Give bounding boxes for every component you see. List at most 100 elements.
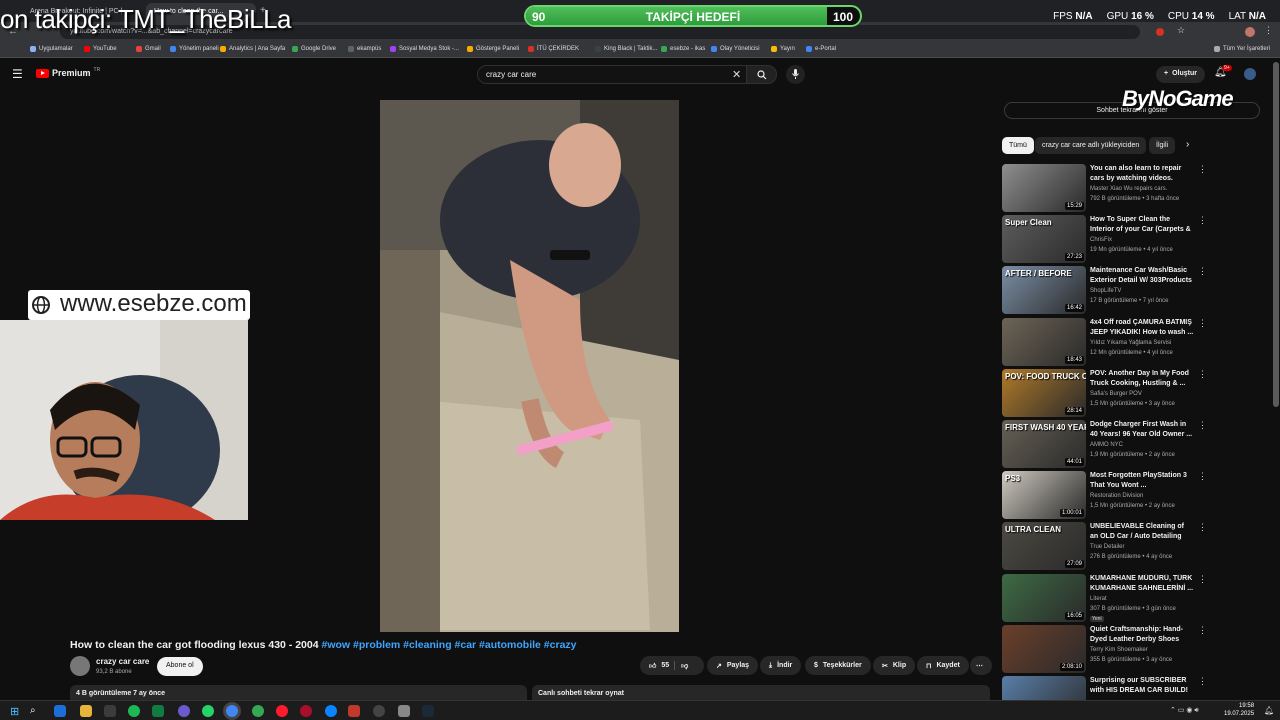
- chip-related[interactable]: İlgili: [1149, 137, 1176, 154]
- bookmark-all[interactable]: Tüm Yer İşaretleri: [1214, 46, 1270, 52]
- video-channel[interactable]: AMMO NYC: [1090, 442, 1123, 448]
- recommended-video[interactable]: PS3 1:00:01 Most Forgotten PlayStation 3 T…: [1002, 471, 1207, 520]
- chevron-right-icon[interactable]: ›: [1186, 139, 1189, 150]
- recommended-video[interactable]: ULTRA CLEAN 27:09 UNBELIEVABLE Cleaning of…: [1002, 522, 1207, 571]
- more-options-icon[interactable]: ⋮: [1198, 625, 1207, 636]
- recommended-video[interactable]: POV: FOOD TRUCK COOKING 28:14 POV: Another…: [1002, 368, 1207, 417]
- more-options-icon[interactable]: ⋮: [1198, 266, 1207, 277]
- bookmark-item[interactable]: Yönetim paneli: [170, 46, 219, 52]
- app-icon-3[interactable]: [178, 705, 190, 717]
- bookmark-item[interactable]: esebze - ikas: [661, 46, 705, 52]
- obs-icon[interactable]: [373, 705, 385, 717]
- video-thumbnail[interactable]: Super Clean 27:23: [1002, 215, 1086, 264]
- bookmark-item[interactable]: King Black | Taktik...: [595, 46, 657, 52]
- page-scrollbar[interactable]: [1273, 62, 1279, 407]
- video-title[interactable]: KUMARHANE MÜDÜRÜ, TÜRK KUMARHANE SAHNELE…: [1090, 574, 1194, 594]
- recommended-video[interactable]: 16:05 KUMARHANE MÜDÜRÜ, TÜRK KUMARHANE SA…: [1002, 573, 1207, 622]
- hamburger-menu-icon[interactable]: ☰: [12, 67, 23, 81]
- clear-search-icon[interactable]: ✕: [732, 68, 741, 81]
- notification-center-icon[interactable]: 🔔︎: [1264, 706, 1274, 715]
- video-hashtags[interactable]: #wow #problem #cleaning #car #automobile…: [321, 639, 576, 651]
- bookmark-item[interactable]: Google Drive: [292, 46, 336, 52]
- search-button[interactable]: [746, 65, 777, 84]
- bookmark-item[interactable]: Gösterge Paneli: [467, 46, 519, 52]
- excel-icon[interactable]: [152, 705, 164, 717]
- video-title[interactable]: Dodge Charger First Wash in 40 Years! 96…: [1090, 420, 1194, 440]
- video-thumbnail[interactable]: FIRST WASH 40 YEARS 44:01: [1002, 420, 1086, 468]
- bookmark-item[interactable]: ekampüs: [348, 46, 381, 52]
- chrome-icon[interactable]: [252, 705, 264, 717]
- channel-name[interactable]: crazy car care: [96, 657, 149, 666]
- more-options-icon[interactable]: ⋮: [1198, 318, 1207, 329]
- app-icon-5[interactable]: [398, 705, 410, 717]
- bookmark-item[interactable]: Uygulamalar: [30, 46, 73, 52]
- like-count[interactable]: 55: [661, 662, 669, 669]
- youtube-logo[interactable]: Premium TR: [36, 67, 100, 78]
- video-thumbnail[interactable]: AFTER / BEFORE 16:42: [1002, 266, 1086, 315]
- video-thumbnail[interactable]: 15:29: [1002, 164, 1086, 212]
- more-actions-button[interactable]: ⋯: [970, 656, 992, 675]
- more-options-icon[interactable]: ⋮: [1198, 369, 1207, 380]
- video-channel[interactable]: True Detailer: [1090, 544, 1124, 550]
- video-channel[interactable]: Yıldız Yıkama Yağlama Servisi: [1090, 340, 1171, 346]
- video-channel[interactable]: Restoration Division: [1090, 493, 1143, 499]
- more-options-icon[interactable]: ⋮: [1198, 522, 1207, 533]
- search-box[interactable]: crazy car care ✕: [477, 65, 777, 84]
- more-options-icon[interactable]: ⋮: [1198, 574, 1207, 585]
- video-player[interactable]: [380, 100, 679, 632]
- video-thumbnail[interactable]: 2:08:10: [1002, 624, 1086, 673]
- recommended-video[interactable]: FIRST WASH 40 YEARS 44:01 Dodge Charger Fi…: [1002, 420, 1207, 468]
- star-icon[interactable]: ☆: [1177, 25, 1185, 36]
- more-options-icon[interactable]: ⋮: [1198, 471, 1207, 482]
- video-thumbnail[interactable]: ULTRA CLEAN 27:09: [1002, 522, 1086, 571]
- account-avatar[interactable]: [1244, 68, 1256, 80]
- video-title[interactable]: Quiet Craftsmanship: Hand-Dyed Leather D…: [1090, 625, 1194, 645]
- recommended-video[interactable]: AFTER / BEFORE 16:42 Maintenance Car Wash/…: [1002, 266, 1207, 315]
- app-icon-2[interactable]: [104, 705, 116, 717]
- create-button[interactable]: + Oluştur: [1156, 66, 1205, 83]
- bookmark-item[interactable]: Olay Yöneticisi: [711, 46, 760, 52]
- subscribe-button[interactable]: Abone ol: [157, 657, 203, 676]
- menu-kebab-icon[interactable]: ⋮: [1264, 25, 1273, 36]
- bookmark-item[interactable]: Sosyal Medya Stok -...: [390, 46, 459, 52]
- recommended-video[interactable]: 2:08:10 Quiet Craftsmanship: Hand-Dyed Le…: [1002, 624, 1207, 673]
- bookmark-item[interactable]: e-Portal: [806, 46, 836, 52]
- video-title[interactable]: POV: Another Day In My Food Truck Cookin…: [1090, 369, 1194, 389]
- bookmark-item[interactable]: Yayın: [771, 46, 795, 52]
- video-channel[interactable]: ShopLifeTV: [1090, 288, 1121, 294]
- thumbs-up-icon[interactable]: 👍︎: [649, 661, 656, 670]
- recommended-video[interactable]: 18:43 4x4 Off road ÇAMURA BATMIŞ JEEP YIK…: [1002, 317, 1207, 366]
- video-thumbnail[interactable]: POV: FOOD TRUCK COOKING 28:14: [1002, 368, 1086, 417]
- chip-all[interactable]: Tümü: [1002, 137, 1034, 154]
- search-input[interactable]: crazy car care: [486, 70, 536, 79]
- app-icon-4[interactable]: [348, 705, 360, 717]
- video-thumbnail[interactable]: PS3 1:00:01: [1002, 471, 1086, 520]
- search-taskbar-icon[interactable]: ⌕: [30, 705, 42, 717]
- share-button[interactable]: ↗ Paylaş: [707, 656, 759, 675]
- chrome-icon-active[interactable]: [226, 705, 238, 717]
- video-title[interactable]: Most Forgotten PlayStation 3 That You Wo…: [1090, 471, 1194, 491]
- edge-icon[interactable]: [325, 705, 337, 717]
- windows-start-icon[interactable]: ⊞: [10, 705, 22, 718]
- chip-uploader[interactable]: crazy car care adlı yükleyiciden: [1035, 137, 1147, 154]
- video-thumbnail[interactable]: 16:05: [1002, 573, 1086, 622]
- video-channel[interactable]: Literat: [1090, 596, 1107, 602]
- thumbs-down-icon[interactable]: 👎︎: [674, 661, 688, 670]
- video-title[interactable]: Maintenance Car Wash/Basic Exterior Deta…: [1090, 266, 1194, 286]
- video-title[interactable]: You can also learn to repair cars by wat…: [1090, 164, 1194, 184]
- thanks-button[interactable]: $ Teşekkürler: [805, 656, 871, 675]
- more-options-icon[interactable]: ⋮: [1198, 420, 1207, 431]
- app-icon-1[interactable]: [54, 705, 66, 717]
- steam-icon[interactable]: [422, 705, 434, 717]
- video-channel[interactable]: ChrisFix: [1090, 237, 1112, 243]
- clock[interactable]: 19:58 19.07.2025: [1224, 702, 1254, 718]
- more-options-icon[interactable]: ⋮: [1198, 164, 1207, 175]
- bookmark-item[interactable]: İTÜ ÇEKİRDEK: [528, 46, 579, 52]
- file-explorer-icon[interactable]: [80, 705, 92, 717]
- recommended-video[interactable]: 15:29 You can also learn to repair cars b…: [1002, 164, 1207, 212]
- clip-button[interactable]: ✂ Klip: [873, 656, 916, 675]
- tray-icons[interactable]: ⌃ ▭ ◉ 🔊︎: [1170, 706, 1199, 715]
- spotify-icon[interactable]: [128, 705, 140, 717]
- more-options-icon[interactable]: ⋮: [1198, 676, 1207, 687]
- video-channel[interactable]: Safia's Burger POV: [1090, 391, 1142, 397]
